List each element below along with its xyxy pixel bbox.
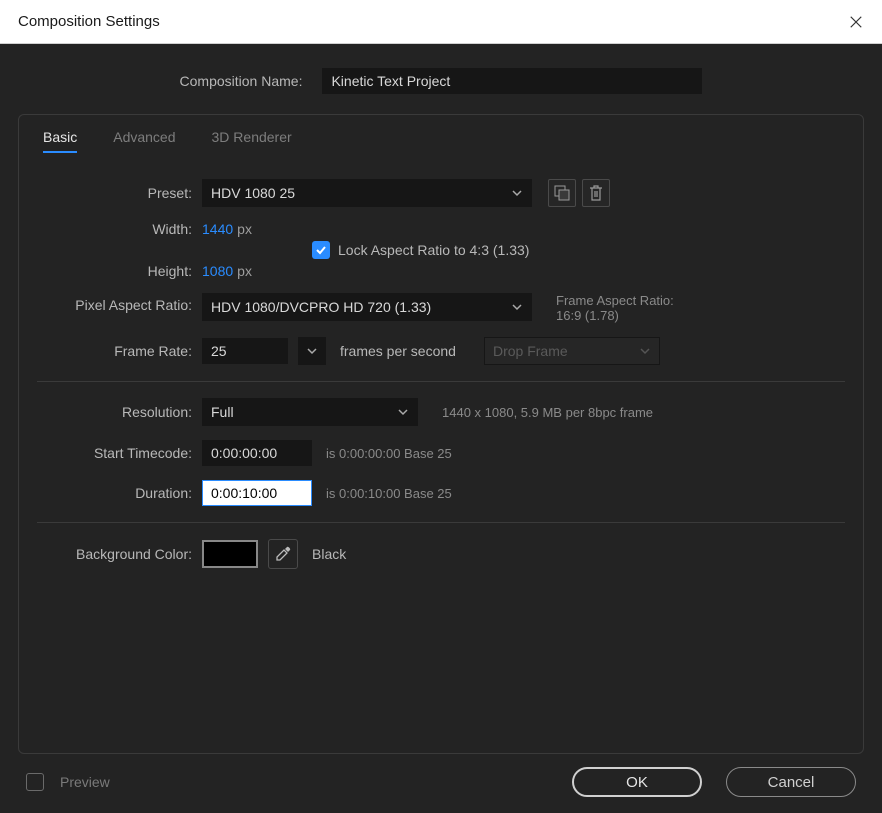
bgcolor-name: Black [312,546,346,562]
framerate-input[interactable] [202,338,288,364]
eyedropper-button[interactable] [268,539,298,569]
resolution-label: Resolution: [37,404,202,420]
duration-label: Duration: [37,485,202,501]
composition-name-input[interactable] [322,68,702,94]
resolution-dropdown[interactable]: Full [202,398,418,426]
framerate-unit: frames per second [340,343,456,359]
window-title: Composition Settings [18,13,160,30]
height-label: Height: [37,263,202,279]
chevron-down-icon [511,301,523,313]
chevron-down-icon [511,187,523,199]
save-preset-button[interactable] [548,179,576,207]
ok-button[interactable]: OK [572,767,702,797]
width-row: Width: 1440 px [37,221,845,237]
height-unit: px [237,263,252,279]
composition-name-row: Composition Name: [18,68,864,94]
resolution-value: Full [211,404,234,420]
preview-row: Preview [26,773,110,791]
bgcolor-swatch[interactable] [202,540,258,568]
chevron-down-icon [306,345,318,357]
par-row: Pixel Aspect Ratio: HDV 1080/DVCPRO HD 7… [37,293,845,323]
tab-3d-renderer[interactable]: 3D Renderer [212,129,292,153]
tab-basic[interactable]: Basic [43,129,77,153]
height-value[interactable]: 1080 [202,263,233,279]
preset-row: Preset: HDV 1080 25 [37,179,845,207]
duration-row: Duration: is 0:00:10:00 Base 25 [37,480,845,506]
bottom-bar: Preview OK Cancel [0,751,882,813]
lock-aspect-label: Lock Aspect Ratio to 4:3 (1.33) [338,242,529,258]
chevron-down-icon [397,406,409,418]
width-value[interactable]: 1440 [202,221,233,237]
dialog-content: Composition Name: Basic Advanced 3D Rend… [0,44,882,754]
framerate-row: Frame Rate: frames per second Drop Frame [37,337,845,365]
cancel-button[interactable]: Cancel [726,767,856,797]
composition-name-label: Composition Name: [180,73,313,89]
start-timecode-hint: is 0:00:00:00 Base 25 [326,446,452,461]
drop-frame-dropdown: Drop Frame [484,337,660,365]
framerate-stepper[interactable] [298,337,326,365]
preview-label: Preview [60,774,110,790]
save-preset-icon [554,185,570,201]
duration-input[interactable] [202,480,312,506]
title-bar: Composition Settings [0,0,882,44]
start-timecode-input[interactable] [202,440,312,466]
start-timecode-label: Start Timecode: [37,445,202,461]
eyedropper-icon [274,545,292,563]
chevron-down-icon [639,345,651,357]
settings-panel: Basic Advanced 3D Renderer Preset: HDV 1… [18,114,864,754]
preview-checkbox[interactable] [26,773,44,791]
duration-hint: is 0:00:10:00 Base 25 [326,486,452,501]
width-unit: px [237,221,252,237]
height-row: Height: 1080 px [37,263,845,279]
width-label: Width: [37,221,202,237]
par-dropdown[interactable]: HDV 1080/DVCPRO HD 720 (1.33) [202,293,532,321]
divider [37,381,845,382]
button-group: OK Cancel [572,767,856,797]
bgcolor-row: Background Color: Black [37,539,845,569]
preset-dropdown[interactable]: HDV 1080 25 [202,179,532,207]
frame-aspect-info: Frame Aspect Ratio: 16:9 (1.78) [556,293,674,323]
close-icon[interactable] [848,14,864,30]
divider [37,522,845,523]
par-label: Pixel Aspect Ratio: [37,293,202,313]
trash-icon [589,185,603,201]
resolution-row: Resolution: Full 1440 x 1080, 5.9 MB per… [37,398,845,426]
check-icon [315,244,327,256]
lock-aspect-row: Lock Aspect Ratio to 4:3 (1.33) [37,241,845,259]
tab-advanced[interactable]: Advanced [113,129,175,153]
start-timecode-row: Start Timecode: is 0:00:00:00 Base 25 [37,440,845,466]
framerate-label: Frame Rate: [37,343,202,359]
frame-aspect-value: 16:9 (1.78) [556,308,674,323]
delete-preset-button[interactable] [582,179,610,207]
par-value: HDV 1080/DVCPRO HD 720 (1.33) [211,299,431,315]
frame-aspect-label: Frame Aspect Ratio: [556,293,674,308]
bgcolor-label: Background Color: [37,546,202,562]
preset-value: HDV 1080 25 [211,185,295,201]
tab-bar: Basic Advanced 3D Renderer [37,129,845,153]
lock-aspect-checkbox[interactable] [312,241,330,259]
resolution-hint: 1440 x 1080, 5.9 MB per 8bpc frame [442,405,653,420]
drop-frame-value: Drop Frame [493,343,568,359]
preset-label: Preset: [37,185,202,201]
